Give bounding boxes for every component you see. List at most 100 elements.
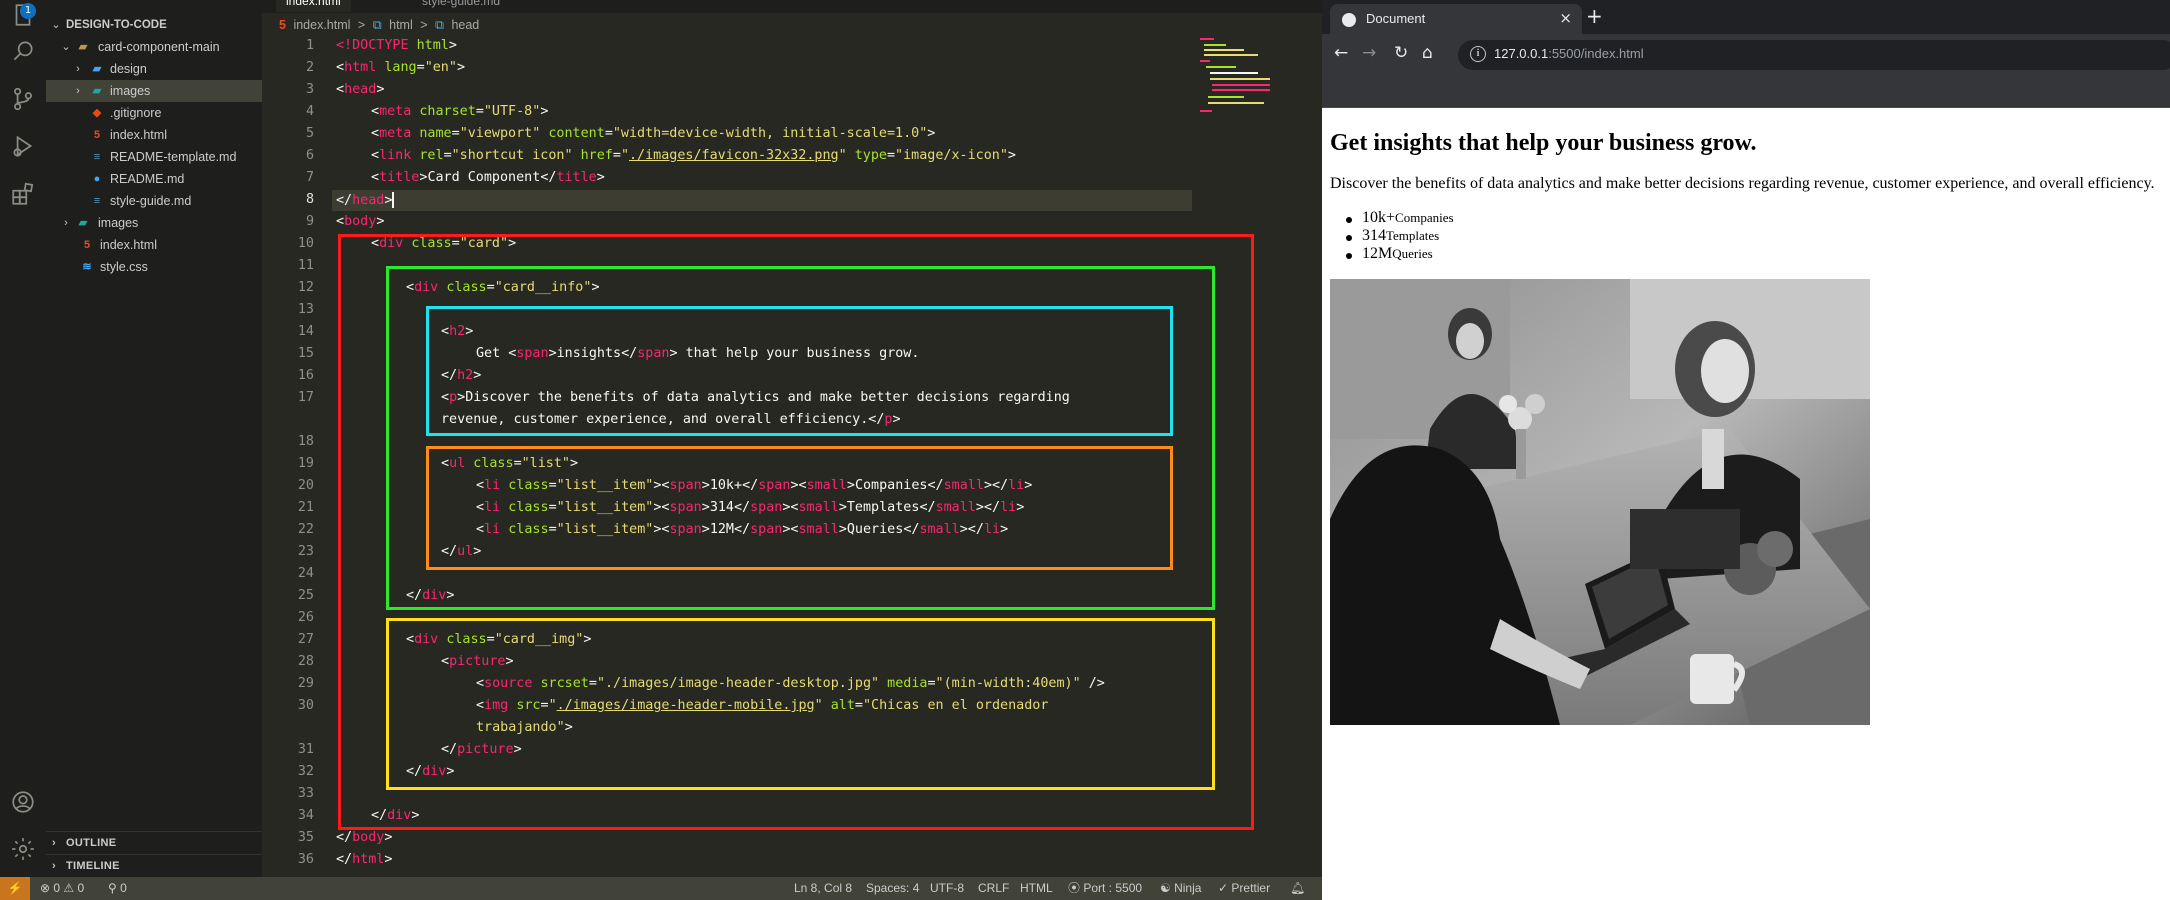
bullet-icon (1346, 217, 1352, 223)
line-number: 13 (297, 302, 314, 317)
line-number: 27 (297, 632, 314, 647)
live-server-port[interactable]: ⦿ Port : 5500 (1068, 877, 1142, 900)
settings-gear-icon[interactable] (8, 834, 38, 864)
back-arrow-icon[interactable]: ← (1334, 43, 1348, 63)
tree-item-images-selected[interactable]: › ▰ images (46, 80, 262, 102)
new-tab-button[interactable]: + (1586, 4, 1603, 28)
line-number: 6 (305, 148, 314, 163)
minimap-line (1212, 89, 1270, 91)
run-debug-icon[interactable] (8, 131, 38, 161)
line-number: 28 (297, 654, 314, 669)
line-number: 14 (297, 324, 314, 339)
problems-indicator[interactable]: ⊗ 0 ⚠ 0 (40, 877, 84, 900)
bullet-icon (1346, 253, 1352, 259)
tag-icon: ⧉ (372, 18, 382, 32)
minimap-line (1200, 110, 1212, 112)
search-icon[interactable] (8, 36, 38, 66)
breadcrumb-html[interactable]: html (389, 18, 413, 32)
code-editor[interactable]: 1 2 3 4 5 6 7 8 9 10 11 12 13 14 15 16 17 18 19 20 21 22 23 24 2… (262, 36, 1322, 877)
remote-indicator-icon[interactable]: ⚡ (0, 877, 30, 900)
outline-section[interactable]: › OUTLINE (46, 832, 262, 854)
line-number: 24 (297, 566, 314, 581)
tree-item-style-guide[interactable]: ≡ style-guide.md (46, 190, 262, 212)
chevron-down-icon: ⌄ (61, 41, 71, 53)
ninja-status[interactable]: ☯ Ninja (1160, 877, 1201, 900)
forward-arrow-icon[interactable]: → (1362, 43, 1376, 63)
line-number: 8 (305, 192, 314, 207)
page-paragraph: Discover the benefits of data analytics … (1330, 175, 2155, 192)
minimap-line (1204, 44, 1226, 46)
folder-design-icon: ▰ (92, 63, 102, 75)
tree-item-images-root[interactable]: › ▰ images (46, 212, 262, 234)
status-bar: ⚡ ⊗ 0 ⚠ 0 ⚲ 0 Ln 8, Col 8 Spaces: 4 UTF-… (0, 877, 1322, 900)
line-number: 26 (297, 610, 314, 625)
tag-icon: ⧉ (435, 18, 444, 32)
folder-images-icon: ▰ (78, 217, 88, 229)
timeline-section[interactable]: › TIMELINE (46, 855, 262, 877)
close-tab-icon[interactable]: × (1559, 9, 1572, 27)
minimap-line (1212, 84, 1270, 86)
tree-item-readme[interactable]: ● README.md (46, 168, 262, 190)
encoding[interactable]: UTF-8 (930, 877, 964, 900)
address-bar[interactable]: i 127.0.0.1:5500/index.html (1458, 40, 2170, 70)
explorer-sidebar: ⌄ DESIGN-TO-CODE ⌄ ▰ card-component-main… (46, 0, 262, 877)
minimap-line (1204, 54, 1258, 56)
tree-item-design[interactable]: › ▰ design (46, 58, 262, 80)
folder-images-icon: ▰ (92, 85, 102, 97)
women-at-computer-image (1330, 279, 1870, 725)
source-control-icon[interactable] (8, 84, 38, 114)
markdown-file-icon: ≡ (93, 195, 101, 207)
breadcrumb-separator: > (420, 18, 428, 32)
editor-tab-bar: index.html style-guide.md (262, 0, 1322, 13)
html-file-icon: 5 (279, 18, 286, 32)
line-number: 7 (305, 170, 314, 185)
site-info-icon[interactable]: i (1470, 46, 1486, 62)
minimap-line (1200, 38, 1214, 40)
tree-item-style-css[interactable]: ≋ style.css (46, 256, 262, 278)
tree-item-gitignore[interactable]: ◆ .gitignore (46, 102, 262, 124)
browser-window: Document × + ← → ↻ ⌂ i 127.0.0.1:5500/in… (1322, 0, 2170, 900)
account-icon[interactable] (8, 787, 38, 817)
code-line-7: <title>Card Component</title> (371, 170, 605, 185)
line-ending[interactable]: CRLF (978, 877, 1009, 900)
address-url: 127.0.0.1:5500/index.html (1494, 46, 1644, 61)
tree-item-index-html[interactable]: 5 index.html (46, 124, 262, 146)
tree-item-readme-template[interactable]: ≡ README-template.md (46, 146, 262, 168)
tab-style-guide[interactable]: style-guide.md (412, 0, 510, 12)
extensions-icon[interactable] (8, 179, 38, 209)
reload-icon[interactable]: ↻ (1394, 43, 1408, 63)
html-file-icon: 5 (93, 129, 101, 141)
html-file-icon: 5 (83, 239, 91, 251)
chevron-right-icon: › (64, 217, 68, 229)
browser-toolbar: ← → ↻ ⌂ i 127.0.0.1:5500/index.html (1322, 34, 2170, 76)
cursor-position[interactable]: Ln 8, Col 8 (794, 877, 852, 900)
notifications-bell-icon[interactable]: 🔔︎ (1290, 877, 1305, 900)
prettier-status[interactable]: ✓ Prettier (1218, 877, 1270, 900)
chevron-right-icon: › (76, 85, 80, 97)
browser-tab-document[interactable]: Document × (1330, 4, 1582, 34)
info-file-icon: ● (93, 173, 101, 185)
breadcrumb-file[interactable]: index.html (293, 18, 350, 32)
minimap[interactable] (1200, 36, 1310, 116)
tab-index-html[interactable]: index.html (276, 0, 351, 12)
bullet-icon (1346, 235, 1352, 241)
breadcrumb-head[interactable]: head (451, 18, 479, 32)
folder-open-icon: ▰ (78, 41, 88, 53)
activity-bar: 1 (0, 0, 46, 877)
ports-indicator[interactable]: ⚲ 0 (108, 877, 127, 900)
code-line-9: <body> (336, 214, 385, 229)
indentation[interactable]: Spaces: 4 (866, 877, 919, 900)
root-folder-row[interactable]: ⌄ DESIGN-TO-CODE (46, 14, 262, 36)
language-mode[interactable]: HTML (1020, 877, 1053, 900)
line-number: 30 (297, 698, 314, 713)
tree-item-index-html-root[interactable]: 5 index.html (46, 234, 262, 256)
home-icon[interactable]: ⌂ (1422, 43, 1433, 63)
line-number: 35 (297, 830, 314, 845)
line-number: 34 (297, 808, 314, 823)
list-item: 12MQueries (1346, 245, 1433, 263)
line-number: 25 (297, 588, 314, 603)
current-line-highlight (332, 190, 1192, 211)
code-line-2: <html lang="en"> (336, 60, 465, 75)
tree-item-card-component-main[interactable]: ⌄ ▰ card-component-main (46, 36, 262, 58)
chevron-down-icon: ⌄ (51, 19, 61, 31)
